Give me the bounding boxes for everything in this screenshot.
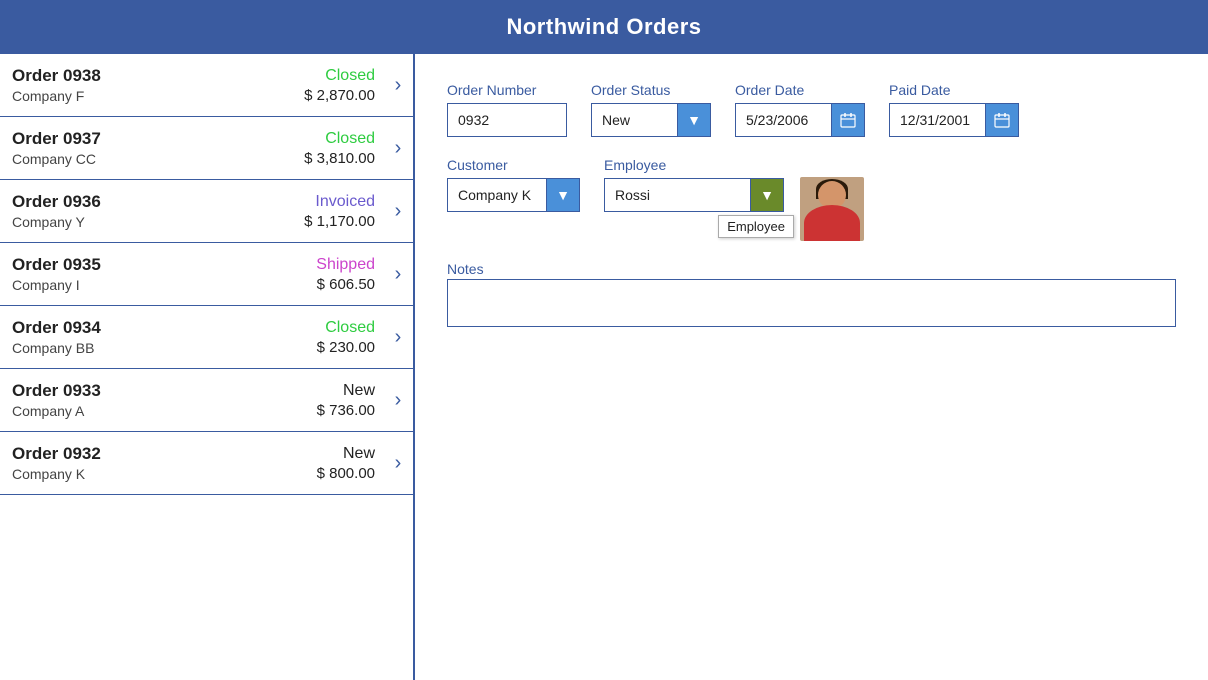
- employee-select-wrapper: RossiSmithJohnsonWilliams ▼ Employee ↖: [604, 178, 784, 212]
- employee-select[interactable]: RossiSmithJohnsonWilliams: [604, 178, 784, 212]
- employee-label: Employee: [604, 157, 784, 173]
- order-status: Closed: [304, 130, 375, 148]
- order-info: Order 0935 Company I: [12, 255, 316, 293]
- order-amount: $ 3,810.00: [304, 150, 375, 167]
- order-company: Company CC: [12, 151, 304, 167]
- order-list-item[interactable]: Order 0933 Company A New $ 736.00 ›: [0, 369, 413, 432]
- employee-tooltip: Employee: [718, 215, 794, 238]
- order-date-label: Order Date: [735, 82, 865, 98]
- order-info: Order 0934 Company BB: [12, 318, 317, 356]
- order-date-calendar-icon[interactable]: [831, 103, 865, 137]
- order-status: Closed: [304, 67, 375, 85]
- customer-group: Customer Company ACompany BBCompany CCCo…: [447, 157, 580, 212]
- form-row-2: Customer Company ACompany BBCompany CCCo…: [447, 157, 1176, 241]
- order-right: Shipped $ 606.50: [316, 256, 379, 293]
- order-amount: $ 736.00: [317, 402, 375, 419]
- chevron-right-icon: ›: [383, 137, 413, 160]
- order-id: Order 0937: [12, 129, 304, 149]
- order-info: Order 0937 Company CC: [12, 129, 304, 167]
- order-right: New $ 800.00: [317, 445, 379, 482]
- calendar-icon-svg-2: [994, 112, 1010, 128]
- order-info: Order 0933 Company A: [12, 381, 317, 419]
- order-info: Order 0936 Company Y: [12, 192, 304, 230]
- app-title: Northwind Orders: [506, 14, 701, 39]
- order-number-group: Order Number: [447, 82, 567, 137]
- order-right: Closed $ 2,870.00: [304, 67, 379, 104]
- main-content: Order 0938 Company F Closed $ 2,870.00 ›…: [0, 54, 1208, 680]
- chevron-right-icon: ›: [383, 389, 413, 412]
- order-company: Company F: [12, 88, 304, 104]
- order-status-select[interactable]: NewShippedInvoicedClosed: [591, 103, 711, 137]
- order-right: Closed $ 3,810.00: [304, 130, 379, 167]
- employee-section: Employee RossiSmithJohnsonWilliams ▼ Emp…: [604, 157, 864, 241]
- paid-date-group: Paid Date: [889, 82, 1019, 137]
- order-detail-panel: Order Number Order Status NewShippedInvo…: [415, 54, 1208, 680]
- app-header: Northwind Orders: [0, 0, 1208, 54]
- customer-select[interactable]: Company ACompany BBCompany CCCompany FCo…: [447, 178, 580, 212]
- order-id: Order 0938: [12, 66, 304, 86]
- notes-section: Notes: [447, 261, 1176, 332]
- order-status: Shipped: [316, 256, 375, 274]
- order-company: Company Y: [12, 214, 304, 230]
- notes-label: Notes: [447, 261, 484, 277]
- order-company: Company BB: [12, 340, 317, 356]
- order-number-input[interactable]: [447, 103, 567, 137]
- order-id: Order 0935: [12, 255, 316, 275]
- chevron-right-icon: ›: [383, 74, 413, 97]
- order-amount: $ 800.00: [317, 465, 375, 482]
- form-row-1: Order Number Order Status NewShippedInvo…: [447, 82, 1176, 137]
- order-id: Order 0934: [12, 318, 317, 338]
- person-body: [804, 205, 860, 241]
- chevron-right-icon: ›: [383, 452, 413, 475]
- order-status: Invoiced: [304, 193, 375, 211]
- order-status: New: [317, 382, 375, 400]
- order-list: Order 0938 Company F Closed $ 2,870.00 ›…: [0, 54, 413, 680]
- order-amount: $ 230.00: [317, 339, 375, 356]
- order-status-wrapper: NewShippedInvoicedClosed ▼: [591, 103, 711, 137]
- chevron-right-icon: ›: [383, 326, 413, 349]
- order-amount: $ 606.50: [316, 276, 375, 293]
- order-info: Order 0938 Company F: [12, 66, 304, 104]
- order-list-item[interactable]: Order 0934 Company BB Closed $ 230.00 ›: [0, 306, 413, 369]
- order-company: Company I: [12, 277, 316, 293]
- order-number-label: Order Number: [447, 82, 567, 98]
- order-right: New $ 736.00: [317, 382, 379, 419]
- order-date-wrapper: [735, 103, 865, 137]
- order-list-item[interactable]: Order 0938 Company F Closed $ 2,870.00 ›: [0, 54, 413, 117]
- notes-input[interactable]: [447, 279, 1176, 327]
- order-id: Order 0932: [12, 444, 317, 464]
- order-id: Order 0936: [12, 192, 304, 212]
- order-status: New: [317, 445, 375, 463]
- order-company: Company K: [12, 466, 317, 482]
- order-right: Closed $ 230.00: [317, 319, 379, 356]
- customer-wrapper: Company ACompany BBCompany CCCompany FCo…: [447, 178, 580, 212]
- order-info: Order 0932 Company K: [12, 444, 317, 482]
- app-container: Northwind Orders Order 0938 Company F Cl…: [0, 0, 1208, 680]
- order-status: Closed: [317, 319, 375, 337]
- order-right: Invoiced $ 1,170.00: [304, 193, 379, 230]
- chevron-right-icon: ›: [383, 200, 413, 223]
- order-list-item[interactable]: Order 0937 Company CC Closed $ 3,810.00 …: [0, 117, 413, 180]
- customer-label: Customer: [447, 157, 580, 173]
- order-status-group: Order Status NewShippedInvoicedClosed ▼: [591, 82, 711, 137]
- employee-photo: [800, 177, 864, 241]
- order-status-label: Order Status: [591, 82, 711, 98]
- paid-date-label: Paid Date: [889, 82, 1019, 98]
- order-id: Order 0933: [12, 381, 317, 401]
- order-list-panel: Order 0938 Company F Closed $ 2,870.00 ›…: [0, 54, 415, 680]
- order-amount: $ 2,870.00: [304, 87, 375, 104]
- calendar-icon-svg: [840, 112, 856, 128]
- order-amount: $ 1,170.00: [304, 213, 375, 230]
- order-list-item[interactable]: Order 0932 Company K New $ 800.00 ›: [0, 432, 413, 495]
- chevron-right-icon: ›: [383, 263, 413, 286]
- order-list-item[interactable]: Order 0936 Company Y Invoiced $ 1,170.00…: [0, 180, 413, 243]
- paid-date-wrapper: [889, 103, 1019, 137]
- employee-group: Employee RossiSmithJohnsonWilliams ▼ Emp…: [604, 157, 784, 212]
- order-date-group: Order Date: [735, 82, 865, 137]
- order-company: Company A: [12, 403, 317, 419]
- order-list-item[interactable]: Order 0935 Company I Shipped $ 606.50 ›: [0, 243, 413, 306]
- paid-date-calendar-icon[interactable]: [985, 103, 1019, 137]
